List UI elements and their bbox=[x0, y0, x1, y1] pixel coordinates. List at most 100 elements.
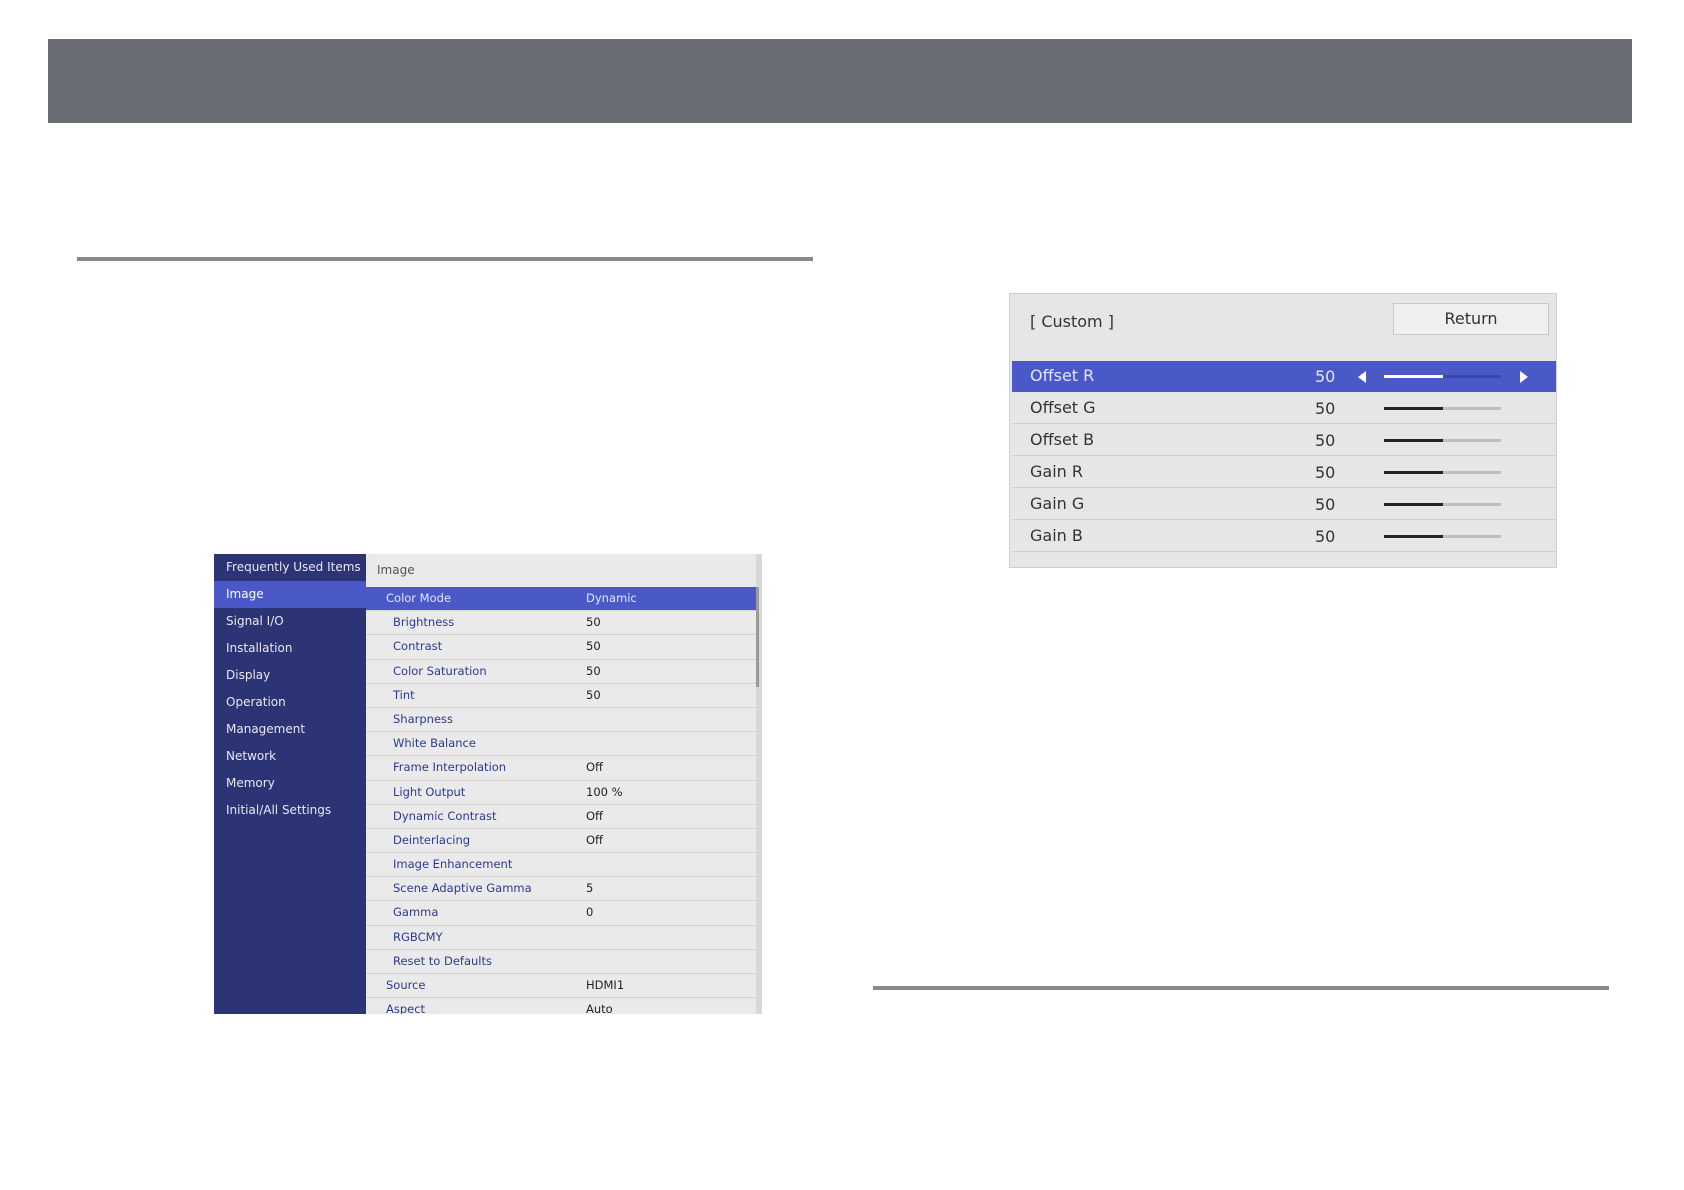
menu-row-value: 5 bbox=[586, 881, 594, 896]
page-header-bar bbox=[48, 39, 1632, 123]
menu-row-gamma[interactable]: Gamma 0 bbox=[366, 901, 756, 926]
adjust-slider-fill bbox=[1384, 535, 1443, 538]
menu-row-label: Color Saturation bbox=[393, 663, 487, 678]
adjust-slider-fill bbox=[1384, 375, 1443, 378]
menu-row-value: Off bbox=[586, 808, 603, 823]
adjust-slider[interactable] bbox=[1384, 375, 1501, 378]
menu-row-label: Gamma bbox=[393, 905, 439, 920]
adjust-row-label: Offset R bbox=[1030, 366, 1095, 385]
menu-scrollbar[interactable] bbox=[756, 554, 762, 1014]
menu-row-tint[interactable]: Tint 50 bbox=[366, 684, 756, 708]
arrow-right-icon[interactable] bbox=[1520, 371, 1528, 383]
sidebar-item-management[interactable]: Management bbox=[214, 716, 366, 743]
adjust-row-offset-g[interactable]: Offset G 50 bbox=[1012, 393, 1556, 424]
menu-row-label: Source bbox=[386, 978, 426, 992]
menu-row-label: Aspect bbox=[386, 1002, 426, 1014]
menu-section-title: Image bbox=[377, 563, 415, 577]
menu-row-label: Brightness bbox=[393, 615, 455, 630]
menu-row-value: 0 bbox=[586, 905, 594, 920]
adjust-row-offset-b[interactable]: Offset B 50 bbox=[1012, 425, 1556, 456]
menu-row-contrast[interactable]: Contrast 50 bbox=[366, 635, 756, 660]
menu-row-label: Contrast bbox=[393, 639, 443, 654]
adjust-row-value: 50 bbox=[1315, 463, 1336, 482]
sidebar-item-installation[interactable]: Installation bbox=[214, 635, 366, 662]
menu-main-panel: Image Color Mode Dynamic Brightness 50 C… bbox=[366, 554, 756, 1014]
adjust-slider[interactable] bbox=[1384, 407, 1501, 410]
menu-row-label: Sharpness bbox=[393, 711, 454, 726]
custom-adjust-panel: [ Custom ] Return Offset R 50 Offset G 5… bbox=[1009, 293, 1557, 568]
menu-row-label: White Balance bbox=[393, 736, 476, 751]
sidebar-item-display[interactable]: Display bbox=[214, 662, 366, 689]
menu-row-value: Dynamic bbox=[586, 591, 637, 605]
menu-row-brightness[interactable]: Brightness 50 bbox=[366, 611, 756, 636]
menu-row-scene-adaptive-gamma[interactable]: Scene Adaptive Gamma 5 bbox=[366, 877, 756, 902]
arrow-left-icon[interactable] bbox=[1358, 371, 1366, 383]
adjust-row-label: Gain B bbox=[1030, 526, 1083, 545]
menu-row-label: Light Output bbox=[393, 784, 466, 799]
adjust-slider-fill bbox=[1384, 503, 1443, 506]
menu-row-image-enhancement[interactable]: Image Enhancement bbox=[366, 853, 756, 878]
menu-row-label: Scene Adaptive Gamma bbox=[393, 881, 532, 896]
menu-row-value: Auto bbox=[586, 1002, 613, 1014]
sidebar-item-memory[interactable]: Memory bbox=[214, 770, 366, 797]
menu-row-color-saturation[interactable]: Color Saturation 50 bbox=[366, 660, 756, 684]
adjust-slider[interactable] bbox=[1384, 503, 1501, 506]
menu-row-label: Dynamic Contrast bbox=[393, 808, 497, 823]
menu-row-white-balance[interactable]: White Balance bbox=[366, 732, 756, 757]
menu-row-dynamic-contrast[interactable]: Dynamic Contrast Off bbox=[366, 805, 756, 829]
menu-row-value: HDMI1 bbox=[586, 978, 625, 992]
menu-row-source[interactable]: Source HDMI1 bbox=[366, 974, 756, 999]
menu-row-label: Reset to Defaults bbox=[393, 953, 492, 968]
section-divider-right bbox=[873, 986, 1609, 990]
sidebar-item-initial-all-settings[interactable]: Initial/All Settings bbox=[214, 797, 366, 824]
adjust-row-label: Offset B bbox=[1030, 430, 1095, 449]
adjust-slider-fill bbox=[1384, 407, 1443, 410]
sidebar-item-network[interactable]: Network bbox=[214, 743, 366, 770]
adjust-row-label: Offset G bbox=[1030, 398, 1096, 417]
section-divider-left bbox=[77, 257, 813, 261]
menu-row-rgbcmy[interactable]: RGBCMY bbox=[366, 926, 756, 950]
menu-row-frame-interpolation[interactable]: Frame Interpolation Off bbox=[366, 756, 756, 781]
adjust-row-gain-b[interactable]: Gain B 50 bbox=[1012, 521, 1556, 552]
adjust-slider[interactable] bbox=[1384, 439, 1501, 442]
adjust-row-offset-r[interactable]: Offset R 50 bbox=[1012, 361, 1556, 392]
menu-row-value: 50 bbox=[586, 687, 601, 702]
menu-row-label: RGBCMY bbox=[393, 929, 443, 944]
sidebar-item-signal-io[interactable]: Signal I/O bbox=[214, 608, 366, 635]
sidebar-item-image[interactable]: Image bbox=[214, 581, 366, 608]
menu-row-deinterlacing[interactable]: Deinterlacing Off bbox=[366, 829, 756, 854]
menu-row-value: 50 bbox=[586, 615, 601, 630]
return-button[interactable]: Return bbox=[1393, 303, 1549, 335]
menu-row-value: 100 % bbox=[586, 784, 623, 799]
adjust-row-label: Gain G bbox=[1030, 494, 1085, 513]
menu-row-reset-to-defaults[interactable]: Reset to Defaults bbox=[366, 950, 756, 974]
sidebar-item-operation[interactable]: Operation bbox=[214, 689, 366, 716]
menu-row-sharpness[interactable]: Sharpness bbox=[366, 708, 756, 733]
adjust-row-value: 50 bbox=[1315, 399, 1336, 418]
menu-sidebar: Frequently Used Items Image Signal I/O I… bbox=[214, 554, 366, 1014]
sidebar-item-frequently-used-items[interactable]: Frequently Used Items bbox=[214, 554, 366, 581]
adjust-slider[interactable] bbox=[1384, 471, 1501, 474]
menu-row-value: Off bbox=[586, 832, 603, 847]
adjust-row-value: 50 bbox=[1315, 495, 1336, 514]
menu-row-label: Image Enhancement bbox=[393, 857, 513, 872]
adjust-row-label: Gain R bbox=[1030, 462, 1083, 481]
menu-row-label: Frame Interpolation bbox=[393, 760, 507, 775]
menu-row-label: Tint bbox=[393, 687, 415, 702]
adjust-row-value: 50 bbox=[1315, 367, 1336, 386]
adjust-row-gain-g[interactable]: Gain G 50 bbox=[1012, 489, 1556, 520]
projector-menu: Frequently Used Items Image Signal I/O I… bbox=[214, 554, 762, 1014]
adjust-row-value: 50 bbox=[1315, 431, 1336, 450]
menu-row-color-mode[interactable]: Color Mode Dynamic bbox=[366, 587, 756, 612]
adjust-row-gain-r[interactable]: Gain R 50 bbox=[1012, 457, 1556, 488]
adjust-slider-fill bbox=[1384, 439, 1443, 442]
menu-row-value: Off bbox=[586, 760, 603, 775]
adjust-slider[interactable] bbox=[1384, 535, 1501, 538]
panel-title: [ Custom ] bbox=[1030, 312, 1114, 331]
menu-scrollbar-thumb[interactable] bbox=[756, 587, 759, 687]
menu-row-value: 50 bbox=[586, 639, 601, 654]
menu-row-aspect[interactable]: Aspect Auto bbox=[366, 998, 756, 1014]
menu-row-label: Color Mode bbox=[386, 591, 452, 605]
menu-row-light-output[interactable]: Light Output 100 % bbox=[366, 781, 756, 805]
menu-row-label: Deinterlacing bbox=[393, 832, 471, 847]
